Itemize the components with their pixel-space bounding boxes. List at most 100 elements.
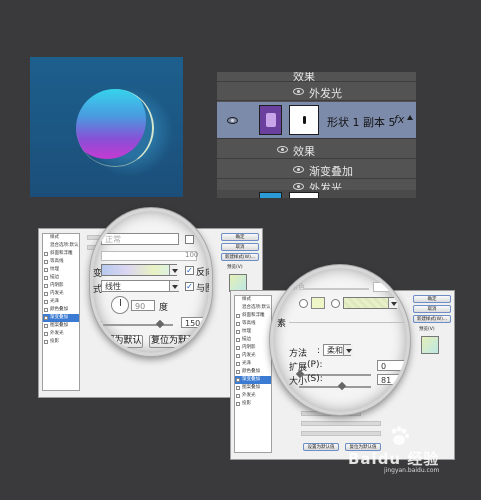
ok-button[interactable]: 确定	[413, 295, 451, 303]
style-list-item[interactable]: 等高线	[43, 258, 79, 266]
style-list-item[interactable]: 投影	[235, 400, 271, 408]
spread-field[interactable]: 0	[377, 360, 405, 371]
eye-icon[interactable]	[293, 183, 304, 190]
eye-icon[interactable]	[293, 166, 304, 173]
style-list-item[interactable]: 描边	[43, 274, 79, 282]
style-checkbox[interactable]	[44, 316, 48, 320]
style-checkbox[interactable]	[44, 292, 48, 296]
scale-slider-thumb[interactable]	[155, 319, 165, 329]
ok-button[interactable]: 确定	[221, 233, 259, 241]
style-list-item[interactable]: 混合选项:默认	[43, 242, 79, 250]
new-style-button[interactable]: 新建样式(W)...	[413, 315, 451, 323]
style-list-item[interactable]: 等高线	[235, 320, 271, 328]
style-checkbox[interactable]	[236, 402, 240, 406]
layer-name[interactable]: 形状 1 副本 5	[327, 114, 396, 130]
layer-effects-row[interactable]: 效果	[217, 140, 416, 159]
align-with-layer-checkbox[interactable]: ✓	[185, 282, 194, 291]
style-list-item[interactable]: 图案叠加	[43, 322, 79, 330]
cancel-button[interactable]: 取消	[413, 305, 451, 313]
style-list-item[interactable]: 颜色叠加	[235, 368, 271, 376]
gradient-dropdown-arrow[interactable]	[169, 265, 179, 275]
style-list-item[interactable]: 外发光	[43, 330, 79, 338]
style-list-item[interactable]: 描边	[235, 336, 271, 344]
style-list-item[interactable]: 斜面和浮雕	[235, 312, 271, 320]
scale-field[interactable]: 150	[181, 317, 209, 328]
reverse-checkbox[interactable]: ✓	[185, 266, 194, 275]
style-checkbox[interactable]	[44, 308, 48, 312]
blend-mode-select[interactable]: 正常	[101, 233, 179, 245]
style-checkbox[interactable]	[44, 340, 48, 344]
style-checkbox[interactable]	[236, 362, 240, 366]
gradient-preview-bar[interactable]	[101, 264, 177, 276]
style-checkbox[interactable]	[44, 260, 48, 264]
style-checkbox[interactable]	[236, 346, 240, 350]
style-checkbox[interactable]	[236, 354, 240, 358]
style-checkbox[interactable]	[44, 300, 48, 304]
layer-effects-row-top[interactable]: 效果	[217, 72, 416, 83]
caret-up-icon[interactable]	[407, 115, 413, 120]
opacity-slider-field[interactable]	[101, 251, 197, 261]
set-default-button[interactable]: 设置为默认值	[95, 335, 143, 353]
cancel-button[interactable]: 取消	[221, 243, 259, 251]
style-list-item[interactable]: 内阴影	[235, 344, 271, 352]
style-checkbox[interactable]	[44, 284, 48, 288]
style-checkbox[interactable]	[236, 394, 240, 398]
layer-row-selected[interactable]: 形状 1 副本 5 fx	[217, 102, 416, 139]
layer-effect-gradient-overlay[interactable]: 渐变叠加	[217, 160, 416, 179]
style-checkbox[interactable]	[236, 386, 240, 390]
style-list-item[interactable]: 内发光	[43, 290, 79, 298]
noise-slider[interactable]	[303, 288, 369, 290]
technique-dropdown-arrow[interactable]	[343, 345, 353, 355]
reset-default-button[interactable]: 复位为默认值	[149, 335, 207, 348]
style-checkbox[interactable]	[44, 268, 48, 272]
style-list-item[interactable]: 纹理	[43, 266, 79, 274]
style-list-item[interactable]: 内发光	[235, 352, 271, 360]
glow-gradient-dropdown-arrow[interactable]	[388, 298, 398, 308]
style-list-item[interactable]: 样式	[43, 234, 79, 242]
angle-field[interactable]: 90	[131, 300, 155, 311]
style-list-item[interactable]: 纹理	[235, 328, 271, 336]
style-list-item[interactable]: 光泽	[43, 298, 79, 306]
style-list-item[interactable]: 内阴影	[43, 282, 79, 290]
style-list-item[interactable]: 颜色叠加	[43, 306, 79, 314]
angle-dial[interactable]	[111, 296, 129, 314]
eye-icon[interactable]	[293, 88, 304, 95]
style-checkbox[interactable]	[236, 314, 240, 318]
style-checkbox[interactable]	[236, 370, 240, 374]
style-list-item[interactable]: 斜面和浮雕	[43, 250, 79, 258]
fx-icon[interactable]: fx	[394, 113, 404, 126]
eye-icon[interactable]	[227, 117, 238, 124]
gradient-radio[interactable]	[331, 299, 340, 308]
style-list-item[interactable]: 混合选项:默认	[235, 304, 271, 312]
size-field[interactable]: 81	[377, 374, 405, 385]
style-checkbox[interactable]	[236, 378, 240, 382]
size-slider[interactable]	[299, 386, 371, 388]
preview-label[interactable]: 预览(V)	[419, 326, 435, 332]
new-style-button[interactable]: 新建样式(W)...	[221, 253, 259, 261]
preview-label[interactable]: 预览(V)	[227, 264, 243, 270]
style-list-item[interactable]: 渐变叠加	[43, 314, 79, 322]
style-checkbox[interactable]	[44, 276, 48, 280]
style-checkbox[interactable]	[236, 338, 240, 342]
checkbox[interactable]	[185, 235, 194, 244]
solid-color-radio[interactable]	[299, 299, 308, 308]
style-list-item[interactable]: 样式	[235, 296, 271, 304]
size-slider-thumb[interactable]	[337, 381, 347, 391]
style-list-item[interactable]: 外发光	[235, 392, 271, 400]
style-checkbox[interactable]	[236, 330, 240, 334]
layer-row-next[interactable]	[217, 190, 416, 198]
style-list-item[interactable]: 投影	[43, 338, 79, 346]
style-checkbox[interactable]	[236, 322, 240, 326]
glow-color-swatch[interactable]	[311, 297, 325, 309]
style-list-item[interactable]: 光泽	[235, 360, 271, 368]
style-checkbox[interactable]	[44, 332, 48, 336]
set-default-button[interactable]: 设置为默认值	[303, 443, 339, 451]
style-checkbox[interactable]	[44, 252, 48, 256]
layer-effect-outer-glow-top[interactable]: 外发光	[217, 82, 416, 101]
style-list-item[interactable]: 图案叠加	[235, 384, 271, 392]
style-dropdown-arrow[interactable]	[169, 281, 179, 291]
style-select[interactable]: 线性	[101, 280, 179, 292]
noise-field[interactable]	[373, 282, 397, 292]
style-checkbox[interactable]	[44, 324, 48, 328]
eye-icon[interactable]	[277, 146, 288, 153]
